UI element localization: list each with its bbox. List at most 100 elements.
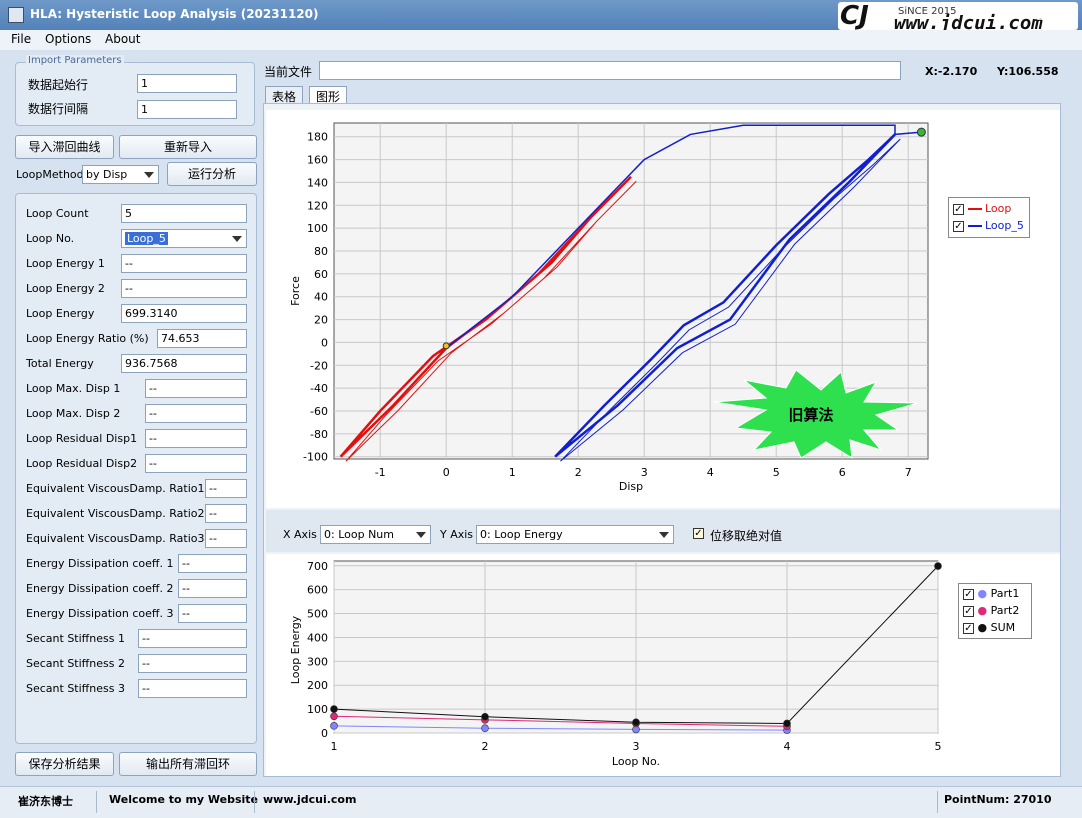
result-value-field[interactable]: --	[178, 579, 247, 598]
export-loops-button[interactable]: 输出所有滞回环	[119, 752, 257, 776]
result-label: Secant Stiffness 2	[26, 657, 125, 670]
minimize-icon[interactable]: –	[1010, 6, 1026, 22]
import-params-title: Import Parameters	[26, 55, 124, 66]
check-icon[interactable]: ✓	[963, 588, 974, 600]
row-interval-label: 数据行间隔	[28, 102, 89, 116]
result-value-field[interactable]: --	[205, 504, 247, 523]
chart1-ytick-label: 20	[314, 314, 328, 327]
result-value-field[interactable]: --	[205, 529, 247, 548]
check-icon[interactable]: ✓	[953, 220, 964, 232]
tab-table[interactable]: 表格	[265, 86, 304, 104]
chart2-ytick-label: 300	[307, 655, 328, 668]
result-label: Loop Energy 2	[26, 282, 105, 295]
chart1-xtick-label: -1	[375, 466, 386, 479]
chart2-xtick-label: 5	[935, 740, 942, 753]
import-curve-button[interactable]: 导入滞回曲线	[15, 135, 114, 159]
save-results-button[interactable]: 保存分析结果	[15, 752, 114, 776]
result-value-field[interactable]: --	[145, 429, 247, 448]
chart1-xtick-label: 4	[707, 466, 714, 479]
result-value-field[interactable]: --	[145, 454, 247, 473]
dot-icon: ●	[977, 587, 988, 600]
chevron-down-icon	[659, 532, 669, 538]
legend-loop5[interactable]: ✓ Loop_5	[953, 219, 1024, 233]
check-icon[interactable]: ✓	[953, 203, 964, 215]
hysteresis-chart: -1 0 1 2 3 4 5 6 7 -100 -80 -60 -40 -20 0 20 40 60 80 100 12…	[266, 110, 1060, 508]
result-value-field[interactable]: 5	[121, 204, 247, 223]
current-file-input[interactable]	[319, 61, 901, 80]
title-bar: HLA: Hysteristic Loop Analysis (20231120…	[0, 0, 1082, 34]
result-label: Loop Residual Disp1	[26, 432, 138, 445]
menu-bar: File Options About	[0, 30, 1082, 50]
start-row-input[interactable]: 1	[137, 74, 237, 93]
loop-number-select[interactable]: Loop_5	[121, 229, 247, 248]
result-value-field[interactable]: --	[138, 654, 247, 673]
cursor-y-readout: Y:106.558	[997, 65, 1059, 78]
result-label: Loop No.	[26, 232, 75, 245]
abs-disp-checkbox[interactable]: ✓	[693, 528, 704, 539]
maximize-icon[interactable]: □	[1034, 6, 1050, 22]
menu-file[interactable]: File	[11, 32, 31, 46]
result-value-field[interactable]: 74.653	[157, 329, 247, 348]
tab-graph[interactable]: 图形	[309, 86, 348, 104]
result-label: Energy Dissipation coeff. 1	[26, 557, 174, 570]
status-welcome: Welcome to my Website	[109, 793, 259, 806]
chart1-ytick-label: -80	[310, 428, 328, 441]
row-interval-input[interactable]: 1	[137, 100, 237, 119]
legend-sum-label: SUM	[990, 621, 1016, 634]
cursor-x-readout: X:-2.170	[925, 65, 978, 78]
x-axis-select[interactable]: 0: Loop Num	[320, 525, 431, 544]
result-value-field[interactable]: --	[205, 479, 247, 498]
legend-part2-label: Part2	[990, 604, 1020, 617]
chart2-point	[632, 718, 640, 727]
y-axis-select[interactable]: 0: Loop Energy	[476, 525, 674, 544]
chart1-ylabel: Force	[289, 276, 302, 306]
menu-about[interactable]: About	[105, 32, 140, 46]
result-value-field[interactable]: --	[145, 404, 247, 423]
legend-part2[interactable]: ✓ ● Part2	[963, 604, 1019, 618]
chart1-xtick-label: 3	[641, 466, 648, 479]
status-site: www.jdcui.com	[263, 793, 357, 806]
result-label: Equivalent ViscousDamp. Ratio3 (%)	[26, 532, 228, 545]
result-value-field[interactable]: --	[178, 604, 247, 623]
y-axis-value: 0: Loop Energy	[480, 528, 563, 541]
legend-sum[interactable]: ✓ ● SUM	[963, 621, 1015, 635]
reimport-button[interactable]: 重新导入	[119, 135, 257, 159]
chart1-ytick-label: 140	[307, 176, 328, 189]
legend-loop[interactable]: ✓ Loop	[953, 202, 1011, 216]
energy-chart: 1 2 3 4 5 0 100 200 300 400 500 600 700 Loop No. Loo…	[266, 554, 1060, 776]
run-analysis-button[interactable]: 运行分析	[167, 162, 257, 186]
chart2-point	[481, 724, 489, 733]
legend-part1[interactable]: ✓ ● Part1	[963, 587, 1019, 601]
loop5-swatch	[967, 225, 982, 227]
loop-method-select[interactable]: by Disp	[82, 165, 159, 184]
chart2-xtick-label: 4	[784, 740, 791, 753]
result-value-field[interactable]: --	[138, 679, 247, 698]
close-icon[interactable]: ✕	[1058, 6, 1074, 22]
chart2-xlabel: Loop No.	[612, 755, 660, 768]
brand-mark: CJ	[840, 1, 869, 31]
menu-options[interactable]: Options	[45, 32, 91, 46]
result-value-field[interactable]: 699.3140	[121, 304, 247, 323]
result-label: Loop Energy 1	[26, 257, 105, 270]
chart2-xtick-label: 2	[482, 740, 489, 753]
result-value-field[interactable]: --	[145, 379, 247, 398]
result-value-field[interactable]: --	[121, 254, 247, 273]
chart1-ytick-label: 40	[314, 291, 328, 304]
result-label: Loop Residual Disp2	[26, 457, 138, 470]
result-value-field[interactable]: --	[178, 554, 247, 573]
check-icon[interactable]: ✓	[963, 622, 974, 634]
result-value-field[interactable]: 936.7568	[121, 354, 247, 373]
status-divider	[937, 791, 938, 813]
legend-part1-label: Part1	[990, 587, 1020, 600]
result-label: Secant Stiffness 3	[26, 682, 125, 695]
check-icon[interactable]: ✓	[963, 605, 974, 617]
chart1-start-point	[442, 342, 450, 350]
chart1-ytick-label: 60	[314, 268, 328, 281]
result-label: Loop Energy	[26, 307, 95, 320]
legend-loop5-label: Loop_5	[985, 219, 1024, 232]
result-value-field[interactable]: --	[121, 279, 247, 298]
status-author: 崔济东博士	[18, 795, 73, 808]
chart2-ytick-label: 600	[307, 584, 328, 597]
result-value-field[interactable]: --	[138, 629, 247, 648]
chart2-point	[783, 719, 791, 728]
